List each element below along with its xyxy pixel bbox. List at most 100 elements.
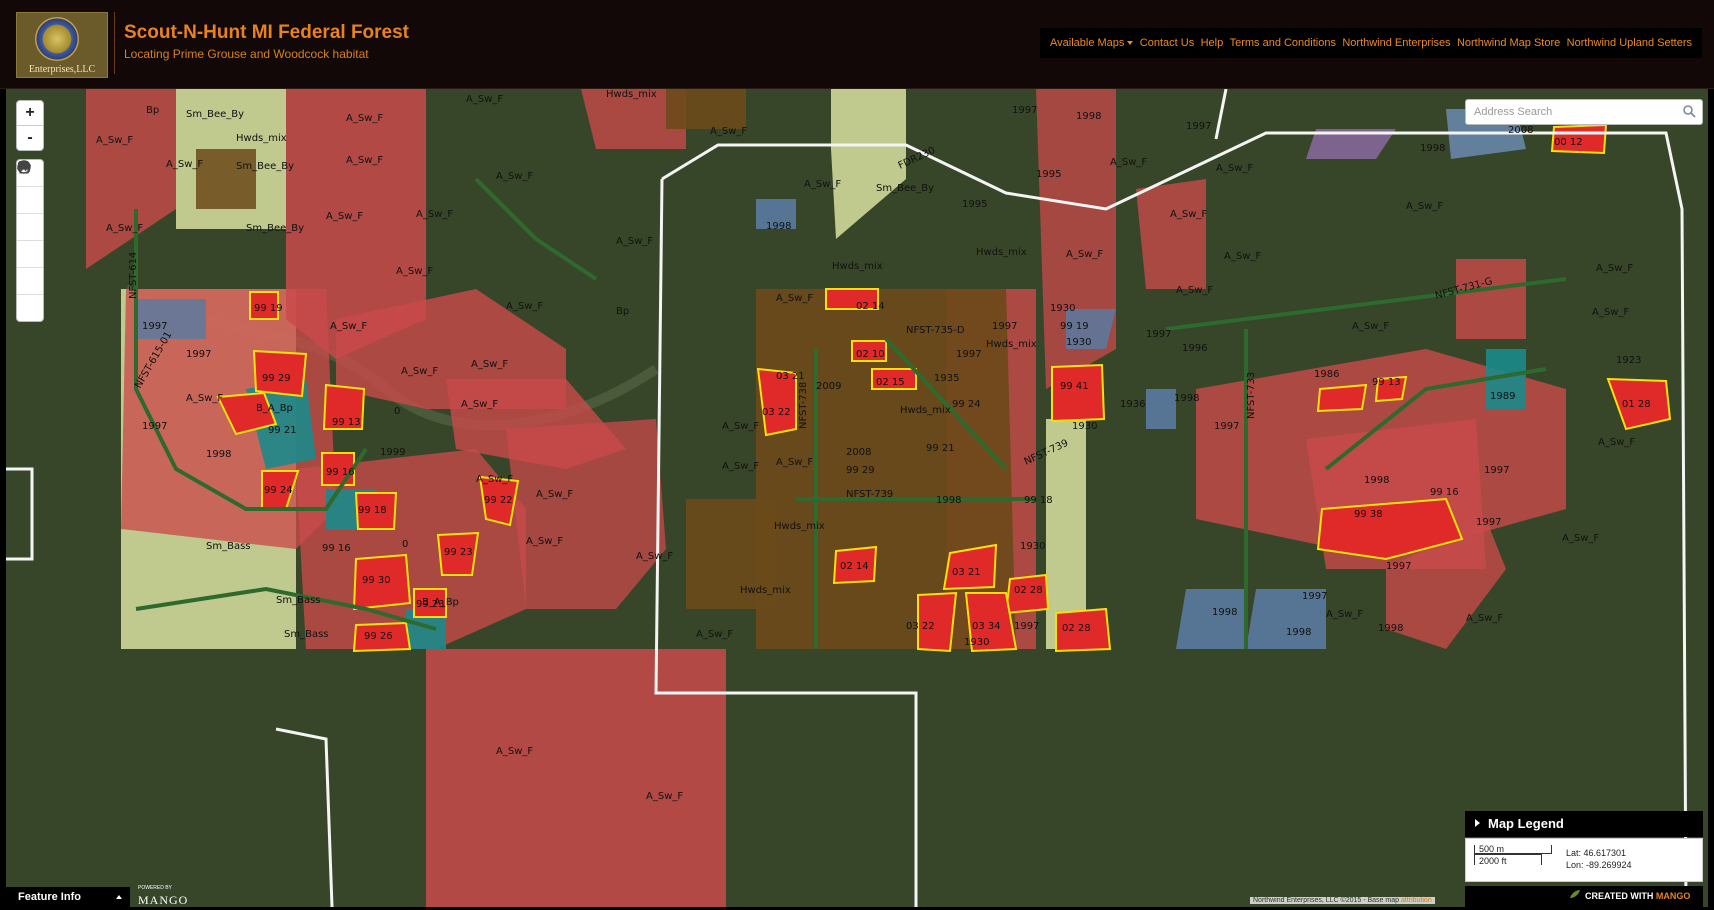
label-a-sw-f-37: A_Sw_F xyxy=(1596,263,1633,274)
attribution-link[interactable]: attribution xyxy=(1401,897,1432,904)
latitude-readout: Lat: 46.617301 xyxy=(1566,848,1627,858)
stand-hwds-mix-4[interactable] xyxy=(196,149,256,209)
link-icon[interactable] xyxy=(17,162,43,321)
label-a-sw-f-21: A_Sw_F xyxy=(476,474,513,485)
label-a-sw-f-6: A_Sw_F xyxy=(326,211,363,222)
label-1998-d: 1998 xyxy=(1174,393,1199,404)
label-1972: 1997 xyxy=(1014,621,1039,632)
crop-icon[interactable] xyxy=(17,161,43,240)
label-99-23: 99 23 xyxy=(444,547,473,558)
company-logo[interactable]: Enterprises,LLC xyxy=(16,12,108,78)
chevron-right-icon xyxy=(1475,819,1480,827)
compass-logo-icon xyxy=(35,17,79,61)
label-99-16-east: 99 16 xyxy=(1430,487,1459,498)
search-icon[interactable] xyxy=(1682,104,1696,123)
label-a-sw-f-30: A_Sw_F xyxy=(722,461,759,472)
stand-a-sw-f-south[interactable] xyxy=(426,649,726,907)
label-1997-k: 1997 xyxy=(1386,561,1411,572)
label-1998-c: 1998 xyxy=(936,495,961,506)
nav-help[interactable]: Help xyxy=(1201,37,1224,49)
label-99-30: 99 30 xyxy=(362,575,391,586)
label-a-sw-f-41: A_Sw_F xyxy=(1466,613,1503,624)
label-a-sw-f-4: A_Sw_F xyxy=(346,155,383,166)
nav-available-maps[interactable]: Available Maps xyxy=(1050,37,1134,49)
label-a-sw-f-3: A_Sw_F xyxy=(166,159,203,170)
label-a-sw-f-32: A_Sw_F xyxy=(1224,251,1261,262)
label-03-21: 03 21 xyxy=(776,371,805,382)
nav-terms[interactable]: Terms and Conditions xyxy=(1230,37,1336,49)
feature-info-label: Feature Info xyxy=(18,891,81,903)
label-sm-bass-1: Sm_Bass xyxy=(206,541,251,552)
lat-lon-readout: Lat: 46.617301 Lon: -89.269924 xyxy=(1566,847,1632,871)
label-a-sw-f-20: A_Sw_F xyxy=(636,551,673,562)
label-a-sw-f-13: A_Sw_F xyxy=(401,366,438,377)
label-hwds-mix-7: Hwds_mix xyxy=(774,521,825,532)
app-title: Scout-N-Hunt MI Federal Forest xyxy=(124,22,410,43)
label-1930-c: 1930 xyxy=(1072,421,1097,432)
powered-by-text: POWERED BY xyxy=(138,885,172,891)
label-1995-a: 1995 xyxy=(962,199,987,210)
label-a-sw-f-25: A_Sw_F xyxy=(710,126,747,137)
label-1997f: 1997 xyxy=(1012,105,1037,116)
label-1997-h: 1997 xyxy=(1484,465,1509,476)
label-99-24-mid: 99 24 xyxy=(952,399,981,410)
label-00-12: 00 12 xyxy=(1554,137,1583,148)
label-1989: 1989 xyxy=(1490,391,1515,402)
label-1923: 1923 xyxy=(1616,355,1641,366)
address-search xyxy=(1465,99,1703,125)
scale-bar: 500 m 2000 ft xyxy=(1474,845,1552,866)
label-a-sw-f-19: A_Sw_F xyxy=(526,536,563,547)
map-layer[interactable]: Bp Sm_Bee_By Hwds_mix A_Sw_F A_Sw_F A_Sw… xyxy=(6,89,1708,907)
label-a-sw-f-7: A_Sw_F xyxy=(106,223,143,234)
label-a-sw-f-34: A_Sw_F xyxy=(1216,163,1253,174)
stand-1997-d[interactable] xyxy=(1146,389,1176,429)
label-a-sw-f-16: A_Sw_F xyxy=(330,321,367,332)
created-with-bar[interactable]: CREATED WITH MANGO xyxy=(1465,886,1703,907)
zoom-out-button[interactable]: - xyxy=(17,125,43,150)
label-1998-b: 1998 xyxy=(766,221,791,232)
label-hwds-mix-6: Hwds_mix xyxy=(900,405,951,416)
label-99-21: 99 21 xyxy=(268,425,297,436)
stand-hwds-mix-3[interactable] xyxy=(666,89,746,129)
nav-upland-setters[interactable]: Northwind Upland Setters xyxy=(1567,37,1692,49)
habitat-1986-b[interactable] xyxy=(1316,383,1368,413)
feature-info-toggle[interactable]: Feature Info xyxy=(6,887,130,907)
stand-a-sw-f-9[interactable] xyxy=(1456,259,1526,339)
print-icon[interactable] xyxy=(17,161,43,267)
label-1935: 1935 xyxy=(934,373,959,384)
label-1998-g: 1998 xyxy=(1378,623,1403,634)
label-03-34: 03 34 xyxy=(972,621,1001,632)
stand-a-sw-f-11[interactable] xyxy=(1136,179,1206,289)
stand-1998-c[interactable] xyxy=(1176,589,1246,649)
globe-icon[interactable] xyxy=(17,160,43,294)
label-1997-f: 1997 xyxy=(1146,329,1171,340)
created-with-text: CREATED WITH xyxy=(1585,891,1654,901)
label-02-10: 02 10 xyxy=(856,349,885,360)
label-a-sw-f-40: A_Sw_F xyxy=(1562,533,1599,544)
zoom-in-button[interactable]: + xyxy=(17,101,43,125)
label-nfst-733: NFST-733 xyxy=(1246,372,1257,419)
powered-by-mango[interactable]: POWERED BY MANGO xyxy=(138,885,188,909)
address-search-input[interactable] xyxy=(1472,100,1676,124)
habitat-99-41[interactable] xyxy=(1051,363,1106,423)
label-a-sw-f-29: A_Sw_F xyxy=(722,421,759,432)
map-canvas[interactable]: Bp Sm_Bee_By Hwds_mix A_Sw_F A_Sw_F A_Sw… xyxy=(6,89,1708,907)
label-99-27: 99 29 xyxy=(846,465,875,476)
nav-contact-us[interactable]: Contact Us xyxy=(1140,37,1194,49)
label-1998-h: 1998 xyxy=(1212,607,1237,618)
marker-icon[interactable] xyxy=(17,161,43,213)
label-1997-e: 1997 xyxy=(956,349,981,360)
label-2008: 2008 xyxy=(846,447,871,458)
label-a-sw-f-23: A_Sw_F xyxy=(776,293,813,304)
map-legend-title: Map Legend xyxy=(1488,816,1564,831)
nav-northwind-enterprises[interactable]: Northwind Enterprises xyxy=(1342,37,1450,49)
label-sm-bee-by: Sm_Bee_By xyxy=(186,109,244,120)
nav-map-store[interactable]: Northwind Map Store xyxy=(1457,37,1560,49)
map-legend-toggle[interactable]: Map Legend xyxy=(1465,811,1703,837)
label-99-19-east: 99 19 xyxy=(1060,321,1089,332)
label-a-sw-f-1: A_Sw_F xyxy=(346,113,383,124)
label-hwds-mix-5: Hwds_mix xyxy=(986,339,1037,350)
label-2009: 2009 xyxy=(816,381,841,392)
stand-1997-west[interactable] xyxy=(136,299,206,339)
label-02-15: 02 15 xyxy=(876,377,905,388)
